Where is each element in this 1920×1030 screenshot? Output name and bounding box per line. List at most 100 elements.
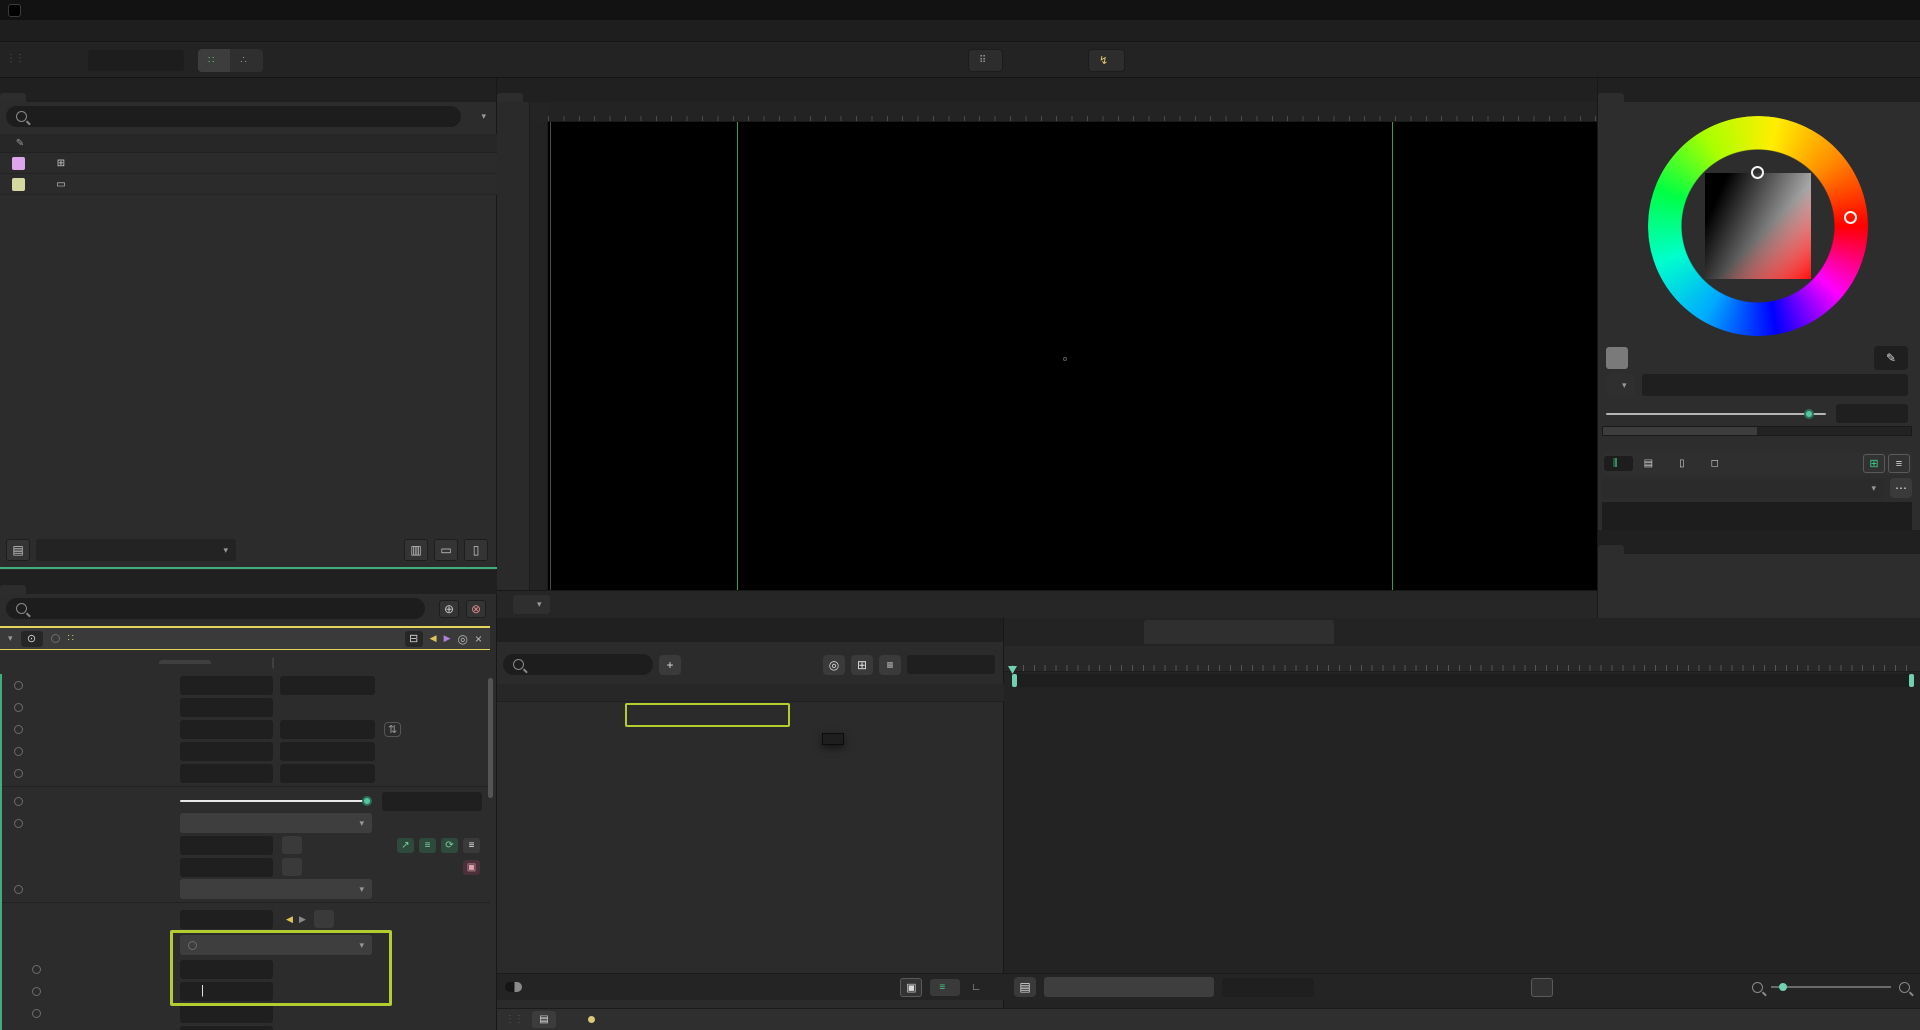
- eyedropper-button[interactable]: ✎: [1874, 346, 1908, 370]
- add-layer-button[interactable]: +: [659, 655, 681, 675]
- position-y-field[interactable]: [280, 676, 375, 695]
- tab-color[interactable]: [1598, 93, 1624, 102]
- work-area-range[interactable]: [1012, 674, 1914, 687]
- collapse-panel-icon[interactable]: ▣: [900, 978, 922, 997]
- export-icon[interactable]: ↗: [397, 838, 414, 853]
- row-options-icon[interactable]: ≡: [879, 655, 901, 675]
- angle-field[interactable]: [180, 1026, 273, 1030]
- hex-value-field[interactable]: [1642, 374, 1908, 396]
- skew-y-field[interactable]: [280, 742, 375, 761]
- clear-filter-icon[interactable]: ⊗: [466, 600, 486, 618]
- tab-shape[interactable]: [159, 660, 211, 664]
- keyframe-dot-icon[interactable]: [14, 769, 23, 778]
- pivot-y-field[interactable]: [280, 764, 375, 783]
- project-folder-icon[interactable]: ▤: [6, 539, 30, 561]
- sv-selector-circle[interactable]: [1751, 166, 1764, 179]
- keyframe-dot-icon[interactable]: [14, 747, 23, 756]
- input-shapes-field[interactable]: [180, 910, 273, 929]
- scale-x-field[interactable]: [180, 720, 273, 739]
- current-color-swatch[interactable]: [1606, 347, 1628, 369]
- screen-icon[interactable]: ▭: [434, 539, 458, 561]
- add-deformer-button[interactable]: [282, 836, 302, 854]
- expand-chevron-icon[interactable]: ▾: [8, 633, 13, 644]
- grid-view-icon[interactable]: ⊞: [1863, 454, 1885, 473]
- swatch-menu-button[interactable]: ⋯: [1890, 478, 1912, 498]
- keyframe-dot-icon[interactable]: [32, 965, 41, 974]
- tab-assets[interactable]: [0, 93, 26, 102]
- viewport-tab-composition[interactable]: [497, 93, 523, 102]
- scale-y-field[interactable]: [280, 720, 375, 739]
- distribution-dropdown[interactable]: ▾: [180, 935, 372, 955]
- keyframe-dot-icon[interactable]: [32, 987, 41, 996]
- ease-curve-icon[interactable]: [1531, 978, 1553, 997]
- attribute-search-input[interactable]: [6, 598, 425, 619]
- alpha-slider-knob[interactable]: [1804, 409, 1814, 419]
- opacity-value-field[interactable]: [382, 792, 482, 811]
- range-start-handle[interactable]: [1012, 674, 1017, 687]
- group-toggle[interactable]: ∷: [198, 49, 230, 72]
- next-keyframe-icon[interactable]: ▶: [299, 914, 306, 925]
- alpha-value-field[interactable]: [1836, 404, 1908, 423]
- zoom-out-icon[interactable]: [1752, 982, 1763, 993]
- motion-blur-dropdown[interactable]: ▾: [180, 879, 372, 899]
- keyframe-layer-dropdown[interactable]: [1044, 977, 1214, 997]
- tab-align[interactable]: [1598, 545, 1624, 554]
- asset-search-input[interactable]: [6, 106, 461, 127]
- tab-add-layers[interactable]: [1626, 93, 1652, 102]
- opacity-slider[interactable]: [180, 800, 370, 802]
- layer-search-input[interactable]: [503, 654, 653, 675]
- source-project-button[interactable]: ▤: [1635, 456, 1668, 471]
- list-view-icon[interactable]: ≡: [1888, 454, 1910, 473]
- opacity-slider-knob[interactable]: [362, 796, 372, 806]
- keyframe-dot-icon[interactable]: [14, 725, 23, 734]
- layout-icon[interactable]: ⊟: [405, 631, 423, 647]
- tab-masks[interactable]: [215, 660, 267, 664]
- menu-icon[interactable]: ≡: [463, 838, 480, 853]
- swatch-set-dropdown[interactable]: ▾: [1602, 478, 1884, 498]
- keyframe-layer-icon[interactable]: ▤: [1014, 977, 1036, 997]
- tab-advanced[interactable]: [279, 660, 331, 664]
- keyframe-dot-icon[interactable]: [14, 885, 23, 894]
- position-x-field[interactable]: [180, 676, 273, 695]
- source-library-button[interactable]: ⫼: [1604, 456, 1633, 471]
- keyframe-dot-icon[interactable]: [14, 703, 23, 712]
- link-xy-icon[interactable]: ⇅: [384, 722, 401, 737]
- saturation-value-square[interactable]: [1705, 173, 1811, 279]
- sort-order-dropdown[interactable]: ▾: [469, 111, 486, 122]
- zoom-in-icon[interactable]: [1899, 982, 1910, 993]
- keyframe-dot-icon[interactable]: [14, 797, 23, 806]
- source-labels-button[interactable]: ◻: [1702, 456, 1734, 471]
- loop-icon[interactable]: ⟳: [441, 838, 458, 853]
- next-keyframe-icon[interactable]: ▶: [444, 633, 451, 644]
- timeline-filter-field[interactable]: [1222, 978, 1314, 997]
- attribute-scrollbar[interactable]: [488, 678, 493, 798]
- trash-icon[interactable]: ▯: [464, 539, 488, 561]
- bars-icon[interactable]: ≡: [419, 838, 436, 853]
- composition-canvas[interactable]: [548, 122, 1597, 590]
- rotation-z-field[interactable]: [180, 698, 273, 717]
- snap-angle-field[interactable]: [88, 50, 184, 71]
- timeline-composition-tab[interactable]: [1144, 620, 1334, 644]
- deformers-list-field[interactable]: [180, 836, 273, 855]
- alpha-slider[interactable]: [1606, 413, 1826, 415]
- timeline-ruler[interactable]: [1004, 646, 1920, 672]
- toolbar-drag-handle[interactable]: ⋮⋮: [6, 53, 24, 64]
- color-mode-dropdown[interactable]: ▾: [1606, 374, 1635, 396]
- keyframe-dot-icon[interactable]: [14, 681, 23, 690]
- onion-skin-icon[interactable]: ◎: [823, 655, 845, 675]
- folder-icon[interactable]: ▥: [404, 539, 428, 561]
- close-node-icon[interactable]: ×: [475, 632, 482, 646]
- prev-keyframe-icon[interactable]: ◀: [430, 633, 437, 644]
- count-field[interactable]: [180, 960, 273, 979]
- frame-filter-field[interactable]: [907, 655, 995, 674]
- node-header-textduplicator[interactable]: ▾ ⊙ ∷ ⊟ ◀ ▶ ◎ ×: [0, 626, 490, 650]
- timeline-zoom-slider[interactable]: [1771, 986, 1891, 988]
- keyframe-dot-icon[interactable]: [32, 1009, 41, 1018]
- blend-mode-dropdown[interactable]: ▾: [180, 813, 372, 833]
- asset-color-swatch[interactable]: [12, 157, 25, 170]
- project-set-dropdown[interactable]: ▾: [36, 539, 236, 561]
- prev-keyframe-icon[interactable]: ◀: [286, 914, 293, 925]
- pin-icon[interactable]: ◎: [458, 632, 468, 646]
- add-input-shape-button[interactable]: [314, 910, 334, 928]
- tab-swatches[interactable]: [1603, 427, 1757, 435]
